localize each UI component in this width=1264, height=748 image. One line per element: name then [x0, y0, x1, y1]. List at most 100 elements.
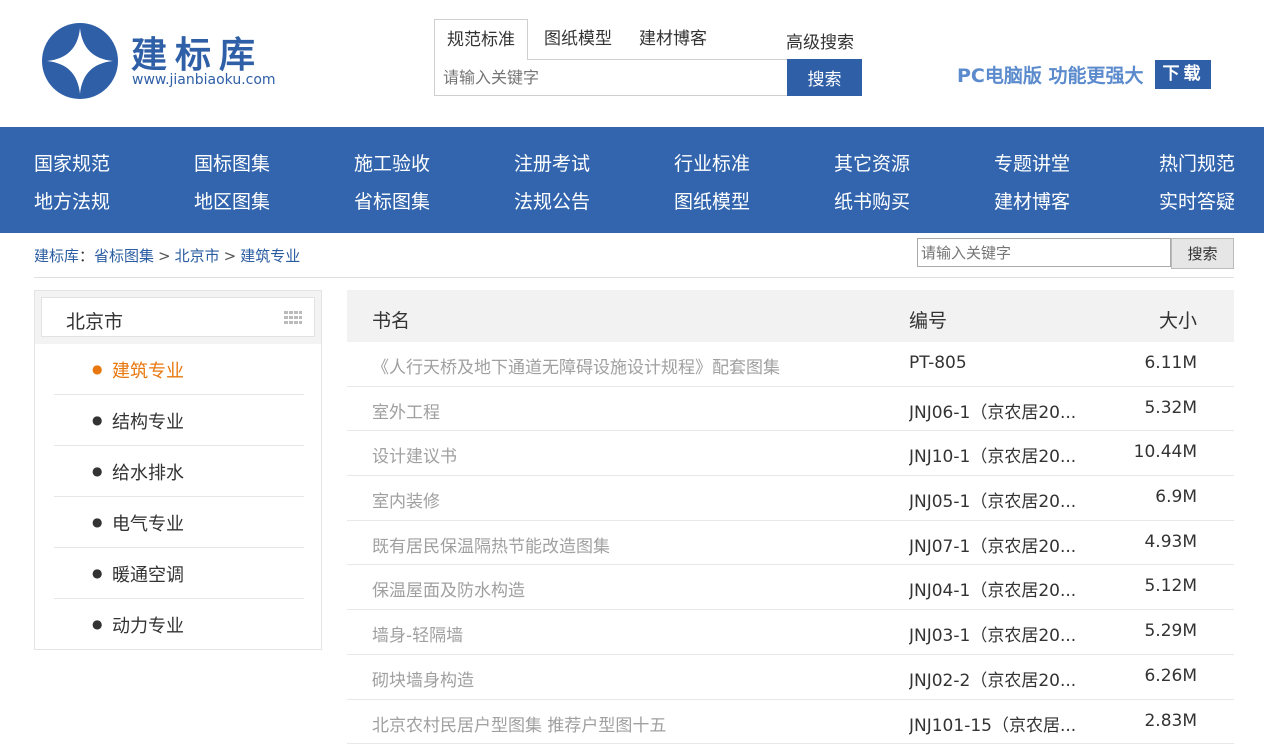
bullet-icon: ●: [92, 464, 103, 478]
row-title-link[interactable]: 《人行天桥及地下通道无障碍设施设计规程》配套图集: [372, 353, 780, 378]
bullet-icon: ●: [92, 617, 103, 631]
column-header-size: 大小: [1158, 310, 1197, 332]
nav-item-exams[interactable]: 注册考试: [514, 149, 590, 176]
table-row[interactable]: 墙身-轻隔墙 JNJ03-1（京农居20... 5.29M: [347, 610, 1234, 655]
bullet-icon: ●: [92, 566, 103, 580]
nav-item-regional-atlas[interactable]: 地区图集: [194, 187, 270, 214]
nav-item-announcements[interactable]: 法规公告: [514, 187, 590, 214]
breadcrumb-item[interactable]: 北京市: [175, 247, 220, 265]
row-code: JNJ06-1（京农居20...: [909, 402, 1077, 423]
category-sidebar: 北京市 ● 建筑专业 ● 结构专业 ● 给水排水 ● 电气专业 ● 暖通空调 ● 动力专业: [34, 290, 322, 650]
row-code: JNJ05-1（京农居20...: [909, 492, 1077, 513]
breadcrumb-item[interactable]: 省标图集: [94, 247, 154, 265]
row-size: 6.11M: [1144, 353, 1197, 373]
column-header-name: 书名: [372, 310, 411, 332]
row-code: JNJ03-1（京农居20...: [909, 626, 1077, 647]
main-nav: 国家规范 国标图集 施工验收 注册考试 行业标准 其它资源 专题讲堂 热门规范 …: [0, 127, 1264, 233]
tab-drawings[interactable]: 图纸模型: [544, 19, 612, 60]
breadcrumb: 建标库：省标图集 > 北京市 > 建筑专业: [34, 245, 300, 266]
main-search: 规范标准 图纸模型 建材博客 高级搜索 搜索: [434, 19, 864, 99]
search-button[interactable]: 搜索: [787, 59, 862, 96]
row-code: JNJ02-2（京农居20...: [909, 670, 1077, 691]
table-row[interactable]: 既有居民保温隔热节能改造图集 JNJ07-1（京农居20... 4.93M: [347, 521, 1234, 566]
column-header-code: 编号: [909, 310, 948, 332]
breadcrumb-separator: >: [158, 247, 171, 265]
grid-icon: [284, 311, 302, 324]
row-code: JNJ101-15（京农居...: [909, 715, 1077, 736]
sidebar-header: 北京市: [35, 291, 321, 344]
row-size: 5.29M: [1144, 621, 1197, 642]
sidebar-item-label: 结构专业: [112, 412, 184, 433]
nav-item-national-codes[interactable]: 国家规范: [34, 149, 110, 176]
nav-item-construction[interactable]: 施工验收: [354, 149, 430, 176]
table-row[interactable]: 北京农村民居户型图集 推荐户型图十五 JNJ101-15（京农居... 2.83M: [347, 700, 1234, 745]
sidebar-item-structure[interactable]: ● 结构专业: [54, 395, 304, 446]
row-title-link[interactable]: 设计建议书: [372, 442, 457, 467]
breadcrumb-colon: ：: [79, 247, 95, 265]
logo-name: 建标库: [131, 35, 264, 76]
sidebar-item-electrical[interactable]: ● 电气专业: [54, 497, 304, 548]
row-size: 4.93M: [1144, 531, 1197, 552]
row-title-link[interactable]: 保温屋面及防水构造: [372, 576, 525, 601]
sidebar-title-box[interactable]: 北京市: [41, 297, 315, 337]
row-size: 5.32M: [1144, 397, 1197, 418]
logo-url: www.jianbiaoku.com: [132, 72, 276, 88]
breadcrumb-root[interactable]: 建标库: [34, 247, 79, 265]
row-code: PT-805: [909, 353, 967, 373]
nav-item-lectures[interactable]: 专题讲堂: [994, 149, 1070, 176]
nav-item-blog[interactable]: 建材博客: [994, 187, 1070, 214]
bullet-icon: ●: [92, 515, 103, 529]
row-title-link[interactable]: 室内装修: [372, 487, 440, 512]
sidebar-item-label: 动力专业: [112, 616, 184, 637]
nav-item-hot[interactable]: 热门规范: [1159, 149, 1235, 176]
table-row[interactable]: 保温屋面及防水构造 JNJ04-1（京农居20... 5.12M: [347, 565, 1234, 611]
sidebar-list: ● 建筑专业 ● 结构专业 ● 给水排水 ● 电气专业 ● 暖通空调 ● 动力专业: [54, 344, 304, 650]
table-header: 书名 编号 大小: [347, 290, 1234, 342]
nav-item-other[interactable]: 其它资源: [834, 149, 910, 176]
nav-item-books[interactable]: 纸书购买: [834, 187, 910, 214]
table-row[interactable]: 室外工程 JNJ06-1（京农居20... 5.32M: [347, 387, 1234, 432]
row-title-link[interactable]: 砌块墙身构造: [372, 666, 474, 691]
nav-item-national-atlas[interactable]: 国标图集: [194, 149, 270, 176]
nav-item-models[interactable]: 图纸模型: [674, 187, 750, 214]
tab-blog[interactable]: 建材博客: [639, 19, 707, 60]
sidebar-item-plumbing[interactable]: ● 给水排水: [54, 446, 304, 497]
table-row[interactable]: 砌块墙身构造 JNJ02-2（京农居20... 6.26M: [347, 655, 1234, 700]
tab-standards[interactable]: 规范标准: [434, 19, 528, 60]
row-title-link[interactable]: 北京农村民居户型图集 推荐户型图十五: [372, 711, 666, 736]
bullet-icon: ●: [92, 362, 103, 376]
sidebar-item-label: 暖通空调: [112, 565, 184, 586]
row-title-link[interactable]: 室外工程: [372, 398, 440, 423]
row-title-link[interactable]: 既有居民保温隔热节能改造图集: [372, 532, 610, 557]
secondary-search-button[interactable]: 搜索: [1171, 238, 1234, 269]
search-tabs: 规范标准 图纸模型 建材博客 高级搜索: [434, 19, 864, 60]
search-input[interactable]: [434, 59, 788, 96]
download-button[interactable]: 下载: [1155, 60, 1212, 89]
site-logo[interactable]: 建标库 www.jianbiaoku.com: [41, 20, 291, 102]
row-code: JNJ04-1（京农居20...: [909, 581, 1077, 602]
sidebar-item-architecture[interactable]: ● 建筑专业: [54, 344, 304, 395]
advanced-search-link[interactable]: 高级搜索: [786, 28, 854, 53]
nav-item-local-laws[interactable]: 地方法规: [34, 187, 110, 214]
row-size: 5.12M: [1144, 576, 1197, 597]
nav-item-qa[interactable]: 实时答疑: [1159, 187, 1235, 214]
nav-item-industry[interactable]: 行业标准: [674, 149, 750, 176]
sidebar-item-hvac[interactable]: ● 暖通空调: [54, 548, 304, 599]
nav-item-provincial-atlas[interactable]: 省标图集: [354, 187, 430, 214]
sidebar-item-power[interactable]: ● 动力专业: [54, 599, 304, 650]
row-code: JNJ10-1（京农居20...: [909, 447, 1077, 468]
pc-promo[interactable]: PC电脑版 功能更强大 下载: [957, 60, 1212, 90]
table-row[interactable]: 《人行天桥及地下通道无障碍设施设计规程》配套图集 PT-805 6.11M: [347, 342, 1234, 387]
sidebar-title: 北京市: [66, 311, 124, 333]
breadcrumb-item[interactable]: 建筑专业: [240, 247, 300, 265]
table-row[interactable]: 设计建议书 JNJ10-1（京农居20... 10.44M: [347, 431, 1234, 477]
row-title-link[interactable]: 墙身-轻隔墙: [372, 621, 463, 646]
site-header: 建标库 www.jianbiaoku.com 规范标准 图纸模型 建材博客 高级…: [0, 0, 1264, 127]
secondary-search-input[interactable]: [917, 238, 1171, 267]
table-row[interactable]: 室内装修 JNJ05-1（京农居20... 6.9M: [347, 476, 1234, 521]
row-size: 2.83M: [1144, 710, 1197, 731]
table-body: 《人行天桥及地下通道无障碍设施设计规程》配套图集 PT-805 6.11M 室外工程 J…: [347, 342, 1234, 745]
bullet-icon: ●: [92, 413, 103, 427]
row-size: 10.44M: [1133, 442, 1197, 463]
sidebar-item-label: 电气专业: [112, 514, 184, 535]
